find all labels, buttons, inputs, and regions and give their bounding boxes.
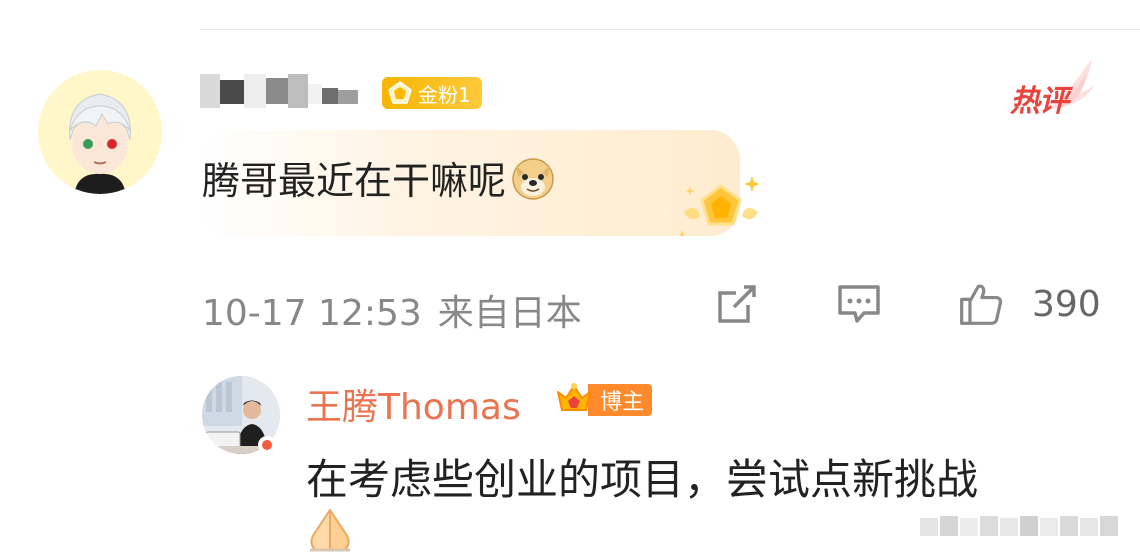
host-badge-label: 博主: [587, 384, 652, 416]
reply-text: 在考虑些创业的项目，尝试点新挑战: [306, 455, 979, 504]
gold-pentagon-badge-icon: [680, 176, 760, 236]
folded-hands-emoji-icon: [310, 509, 350, 552]
like-icon: [960, 284, 1003, 325]
fan-level-badge[interactable]: 金粉1: [382, 77, 482, 109]
comment-meta: 10-17 12:53 来自日本: [202, 284, 582, 336]
top-divider: [200, 29, 1140, 30]
reply-author-name[interactable]: 王腾Thomas: [306, 378, 521, 430]
comment-button[interactable]: [836, 280, 882, 328]
watermark-mosaic: [920, 512, 1120, 549]
fan-badge-label: 金粉1: [418, 82, 471, 107]
commenter-avatar[interactable]: [38, 70, 162, 194]
comment-text-row: 腾哥最近在干嘛呢: [202, 150, 556, 205]
hot-comment-label: 热评: [1010, 84, 1069, 119]
hot-comment-tag: 热评: [1008, 54, 1098, 119]
share-icon: [718, 285, 756, 323]
comment-text: 腾哥最近在干嘛呢: [202, 159, 507, 203]
commenter-username-mosaic[interactable]: [200, 70, 365, 112]
like-count: 390: [1032, 283, 1101, 325]
share-button[interactable]: [714, 280, 760, 328]
gem-icon: [388, 81, 412, 104]
comment-location: 来自日本: [437, 293, 582, 334]
comment-time: 10-17 12:53: [202, 293, 422, 334]
host-badge: 博主: [552, 382, 652, 418]
crown-icon: [556, 383, 591, 411]
doge-emoji-icon: [512, 157, 554, 200]
like-button[interactable]: 390: [958, 280, 1101, 328]
comment-icon: [838, 285, 880, 323]
verified-dot-icon: [258, 436, 276, 454]
